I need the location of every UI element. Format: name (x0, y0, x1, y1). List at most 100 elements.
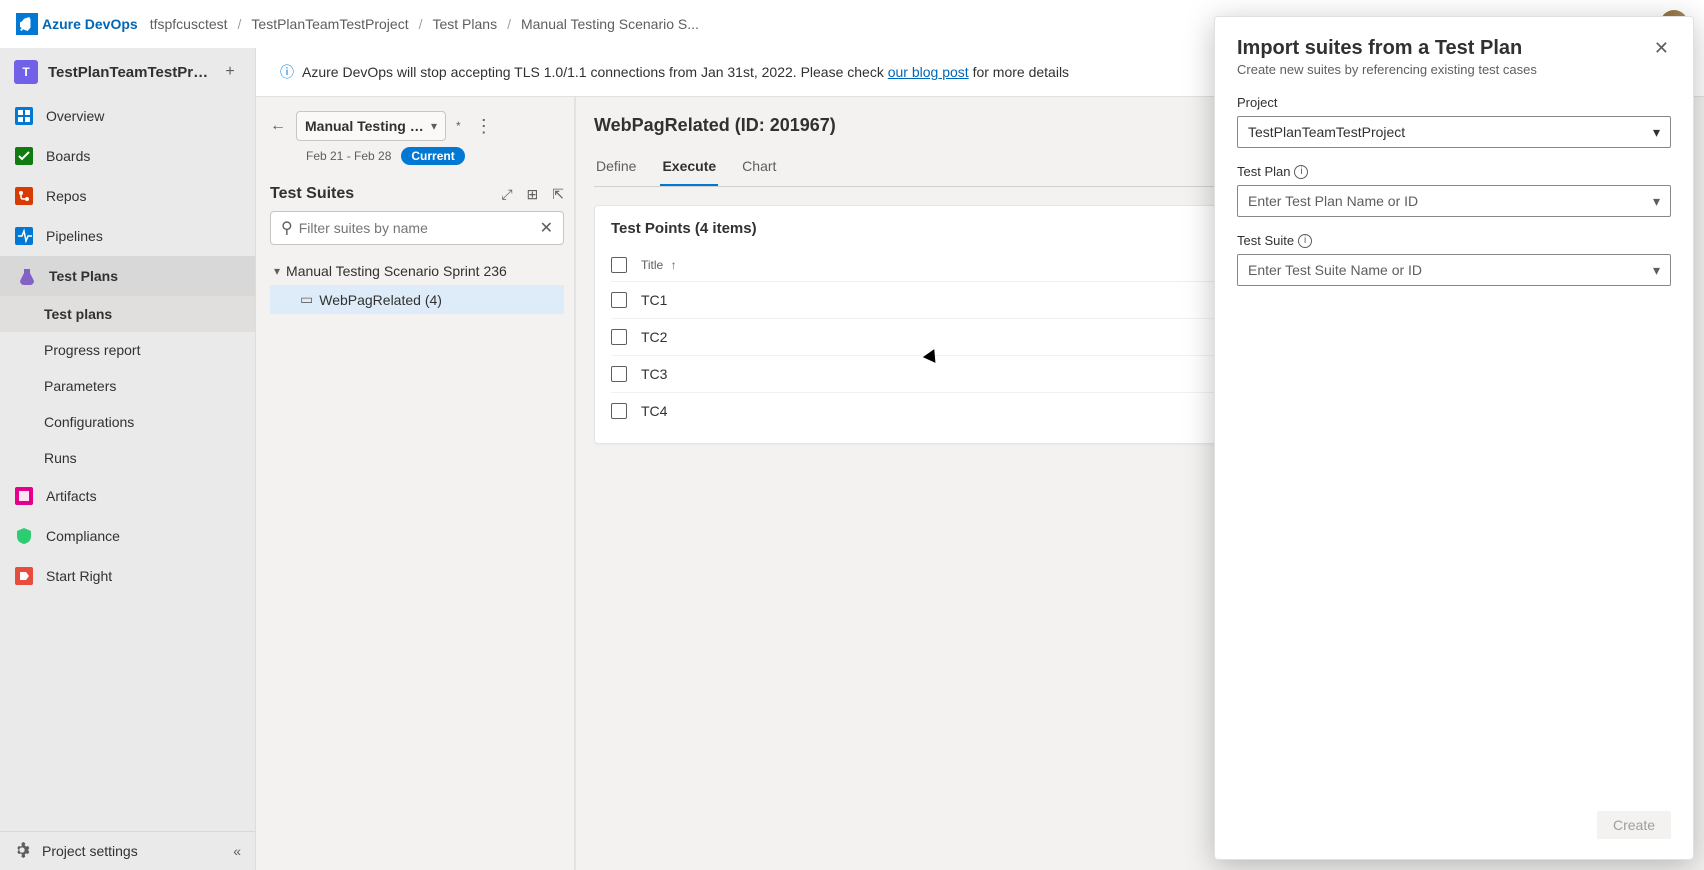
compliance-icon (14, 526, 34, 546)
testsuite-placeholder: Enter Test Suite Name or ID (1248, 262, 1422, 278)
row-checkbox[interactable] (611, 329, 627, 345)
azure-devops-logo-icon[interactable] (16, 13, 38, 35)
startright-icon (14, 566, 34, 586)
info-icon: ⓘ (280, 62, 294, 82)
nav-compliance[interactable]: Compliance (0, 516, 255, 556)
nav-overview[interactable]: Overview (0, 96, 255, 136)
select-all-checkbox[interactable] (611, 257, 627, 273)
nav-label: Overview (46, 108, 104, 124)
banner-text-after: for more details (969, 64, 1069, 80)
nav-repos[interactable]: Repos (0, 176, 255, 216)
suites-panel: ← Manual Testing S... ▾ * ⋮ Feb 21 - Feb… (256, 97, 576, 870)
subnav-parameters[interactable]: Parameters (0, 368, 255, 404)
chevron-down-icon: ▾ (1653, 262, 1660, 279)
subnav-label: Runs (44, 450, 77, 466)
panel-subtitle: Create new suites by referencing existin… (1237, 62, 1537, 77)
pipelines-icon (14, 226, 34, 246)
crumb-testplans[interactable]: Test Plans (432, 16, 497, 32)
col-title-label: Title (641, 258, 663, 272)
banner-link[interactable]: our blog post (888, 64, 969, 80)
plan-selector[interactable]: Manual Testing S... ▾ (296, 111, 446, 141)
back-arrow-icon[interactable]: ← (270, 117, 286, 135)
plan-title: Manual Testing S... (305, 118, 425, 134)
brand-link[interactable]: Azure DevOps (42, 16, 138, 32)
plan-dates: Feb 21 - Feb 28 (306, 149, 391, 163)
subnav-label: Parameters (44, 378, 116, 394)
subnav-label: Test plans (44, 306, 112, 322)
tab-chart[interactable]: Chart (740, 148, 778, 186)
sort-asc-icon: ↑ (671, 258, 677, 272)
info-icon[interactable]: i (1294, 165, 1308, 179)
testplan-dropdown[interactable]: Enter Test Plan Name or ID ▾ (1237, 185, 1671, 217)
breadcrumb: tfspfcusctest / TestPlanTeamTestProject … (150, 16, 699, 32)
subnav-testplans[interactable]: Test plans (0, 296, 255, 332)
suite-filter-input[interactable] (299, 220, 540, 236)
overview-icon (14, 106, 34, 126)
suite-root[interactable]: ▾ Manual Testing Scenario Sprint 236 (270, 257, 564, 285)
testplan-placeholder: Enter Test Plan Name or ID (1248, 193, 1418, 209)
testsuite-dropdown[interactable]: Enter Test Suite Name or ID ▾ (1237, 254, 1671, 286)
tab-execute[interactable]: Execute (660, 148, 718, 186)
current-badge: Current (401, 147, 464, 165)
nav-artifacts[interactable]: Artifacts (0, 476, 255, 516)
project-settings-link[interactable]: Project settings (42, 843, 138, 859)
add-suite-icon[interactable]: ⊞ (527, 186, 539, 203)
subnav-label: Progress report (44, 342, 140, 358)
project-name[interactable]: TestPlanTeamTestProj... (48, 64, 209, 81)
project-label: Project (1237, 95, 1671, 110)
folder-icon: ▭ (300, 291, 313, 308)
banner-text-before: Azure DevOps will stop accepting TLS 1.0… (302, 64, 888, 80)
suite-filter[interactable]: ⚲ ✕ (270, 211, 564, 245)
nav-label: Repos (46, 188, 86, 204)
nav-label: Start Right (46, 568, 112, 584)
clear-filter-icon[interactable]: ✕ (540, 218, 553, 238)
add-icon[interactable]: + (219, 61, 241, 83)
testsuite-label: Test Suite i (1237, 233, 1671, 248)
suite-item-selected[interactable]: ▭ WebPagRelated (4) (270, 285, 564, 314)
panel-title: Import suites from a Test Plan (1237, 37, 1537, 60)
crumb-plan[interactable]: Manual Testing Scenario S... (521, 16, 699, 32)
collapse-nav-icon[interactable]: « (233, 843, 241, 859)
row-checkbox[interactable] (611, 292, 627, 308)
subnav-configurations[interactable]: Configurations (0, 404, 255, 440)
export-icon[interactable]: ⇱ (552, 186, 564, 203)
crumb-org[interactable]: tfspfcusctest (150, 16, 228, 32)
nav-startright[interactable]: Start Right (0, 556, 255, 596)
create-button[interactable]: Create (1597, 811, 1671, 839)
project-tile-icon: T (14, 60, 38, 84)
testplans-icon (17, 266, 37, 286)
nav-boards[interactable]: Boards (0, 136, 255, 176)
crumb-sep: / (507, 16, 511, 32)
crumb-project[interactable]: TestPlanTeamTestProject (251, 16, 408, 32)
nav-label: Compliance (46, 528, 120, 544)
suite-root-label: Manual Testing Scenario Sprint 236 (286, 263, 507, 279)
artifacts-icon (14, 486, 34, 506)
testplan-label-text: Test Plan (1237, 164, 1290, 179)
suite-item-label: WebPagRelated (4) (319, 292, 442, 308)
caret-down-icon: ▾ (274, 264, 280, 278)
more-options-icon[interactable]: ⋮ (471, 112, 497, 141)
crumb-sep: / (238, 16, 242, 32)
nav-label: Artifacts (46, 488, 97, 504)
row-checkbox[interactable] (611, 403, 627, 419)
nav-testplans[interactable]: Test Plans (0, 256, 255, 296)
filter-icon: ⚲ (281, 218, 293, 238)
boards-icon (14, 146, 34, 166)
nav-label: Boards (46, 148, 90, 164)
row-checkbox[interactable] (611, 366, 627, 382)
expand-all-icon[interactable]: ⤢ (501, 186, 512, 203)
tab-define[interactable]: Define (594, 148, 638, 186)
section-title: Test Suites (270, 185, 354, 203)
chevron-down-icon: ▾ (1653, 124, 1660, 141)
info-icon[interactable]: i (1298, 234, 1312, 248)
testplan-label: Test Plan i (1237, 164, 1671, 179)
subnav-progress[interactable]: Progress report (0, 332, 255, 368)
nav-pipelines[interactable]: Pipelines (0, 216, 255, 256)
close-icon[interactable]: ✕ (1652, 37, 1671, 59)
subnav-runs[interactable]: Runs (0, 440, 255, 476)
project-value: TestPlanTeamTestProject (1248, 124, 1405, 140)
nav-label: Test Plans (49, 268, 118, 284)
project-dropdown[interactable]: TestPlanTeamTestProject ▾ (1237, 116, 1671, 148)
project-header: T TestPlanTeamTestProj... + (0, 48, 255, 96)
import-suites-panel: Import suites from a Test Plan Create ne… (1214, 16, 1694, 860)
